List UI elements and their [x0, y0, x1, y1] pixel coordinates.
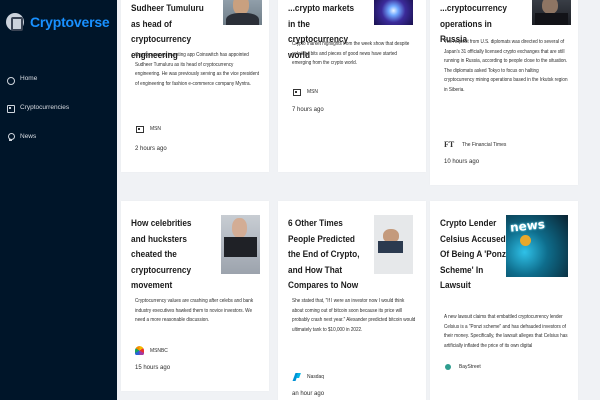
news-description: She stated that, "If I were an investor … — [292, 298, 416, 333]
news-card[interactable]: 6 Other Times People Predicted the End o… — [278, 201, 426, 400]
news-thumbnail — [223, 0, 262, 25]
news-description: Cryptocurrency investing app Coinswitch … — [135, 52, 260, 87]
news-provider[interactable]: MSN — [135, 124, 162, 133]
nasdaq-icon — [292, 372, 301, 381]
sidebar: Cryptoverse Home Cryptocurrencies News — [0, 0, 117, 400]
news-card[interactable]: ...cryptocurrency operations in Russia T… — [430, 0, 578, 185]
sidebar-item-cryptocurrencies[interactable]: Cryptocurrencies — [0, 93, 117, 122]
fund-icon — [6, 104, 15, 113]
bulb-icon — [6, 132, 15, 141]
news-card[interactable]: ...crypto markets in the cryptocurrency … — [278, 0, 426, 172]
provider-name: The Financial Times — [462, 141, 507, 148]
logo-icon — [6, 13, 24, 31]
news-title: 6 Other Times People Predicted the End o… — [288, 218, 360, 291]
provider-name: MSN — [150, 125, 162, 132]
sidebar-item-news[interactable]: News — [0, 122, 117, 151]
news-thumbnail — [374, 215, 413, 274]
sidebar-item-home[interactable]: Home — [0, 64, 117, 93]
sidebar-item-label: Cryptocurrencies — [20, 104, 70, 111]
news-thumbnail — [221, 215, 260, 274]
home-icon — [6, 75, 15, 85]
provider-icon — [292, 87, 301, 96]
sidebar-item-label: News — [20, 133, 37, 140]
news-description: The request from U.S. diplomats was dire… — [444, 39, 568, 93]
provider-name: Nasdaq — [307, 373, 325, 380]
news-thumbnail — [374, 0, 413, 25]
news-provider[interactable]: Nasdaq — [292, 372, 326, 381]
news-provider[interactable]: MSNBC — [135, 346, 170, 355]
news-card[interactable]: How celebrities and hucksters cheated th… — [121, 201, 269, 391]
news-thumbnail-text: news — [509, 217, 546, 235]
news-time: 2 hours ago — [135, 146, 167, 152]
news-time: 15 hours ago — [135, 365, 171, 371]
news-thumbnail: news — [506, 215, 568, 277]
news-title: How celebrities and hucksters cheated th… — [131, 218, 192, 291]
news-title: Crypto Lender Celsius Accused Of Being A… — [440, 218, 509, 291]
sidebar-menu: Home Cryptocurrencies News — [0, 64, 117, 151]
baystreet-icon — [444, 362, 453, 371]
brand[interactable]: Cryptoverse — [6, 13, 110, 31]
news-card[interactable]: Sudheer Tumuluru as head of cryptocurren… — [121, 0, 269, 172]
provider-name: BayStreet — [459, 363, 481, 370]
sidebar-item-label: Home — [20, 75, 38, 82]
coin-icon — [520, 235, 531, 246]
news-description: Crypto market highlights from the week s… — [292, 41, 410, 66]
news-thumbnail — [532, 0, 571, 25]
news-time: an hour ago — [292, 391, 325, 397]
news-provider[interactable]: BayStreet — [444, 362, 483, 371]
news-time: 10 hours ago — [444, 159, 480, 165]
provider-name: MSN — [307, 88, 319, 95]
news-card[interactable]: Crypto Lender Celsius Accused Of Being A… — [430, 201, 578, 400]
news-description: Cryptocurrency values are crashing after… — [135, 298, 254, 323]
ft-logo-icon: FT — [444, 140, 455, 149]
peacock-icon — [135, 346, 144, 355]
news-description: A new lawsuit claims that embattled cryp… — [444, 314, 568, 349]
news-provider[interactable]: MSN — [292, 87, 319, 96]
provider-name: MSNBC — [150, 347, 168, 354]
provider-icon — [135, 124, 144, 133]
news-time: 7 hours ago — [292, 107, 324, 113]
app-title: Cryptoverse — [30, 14, 110, 30]
news-provider[interactable]: FT The Financial Times — [444, 140, 511, 149]
